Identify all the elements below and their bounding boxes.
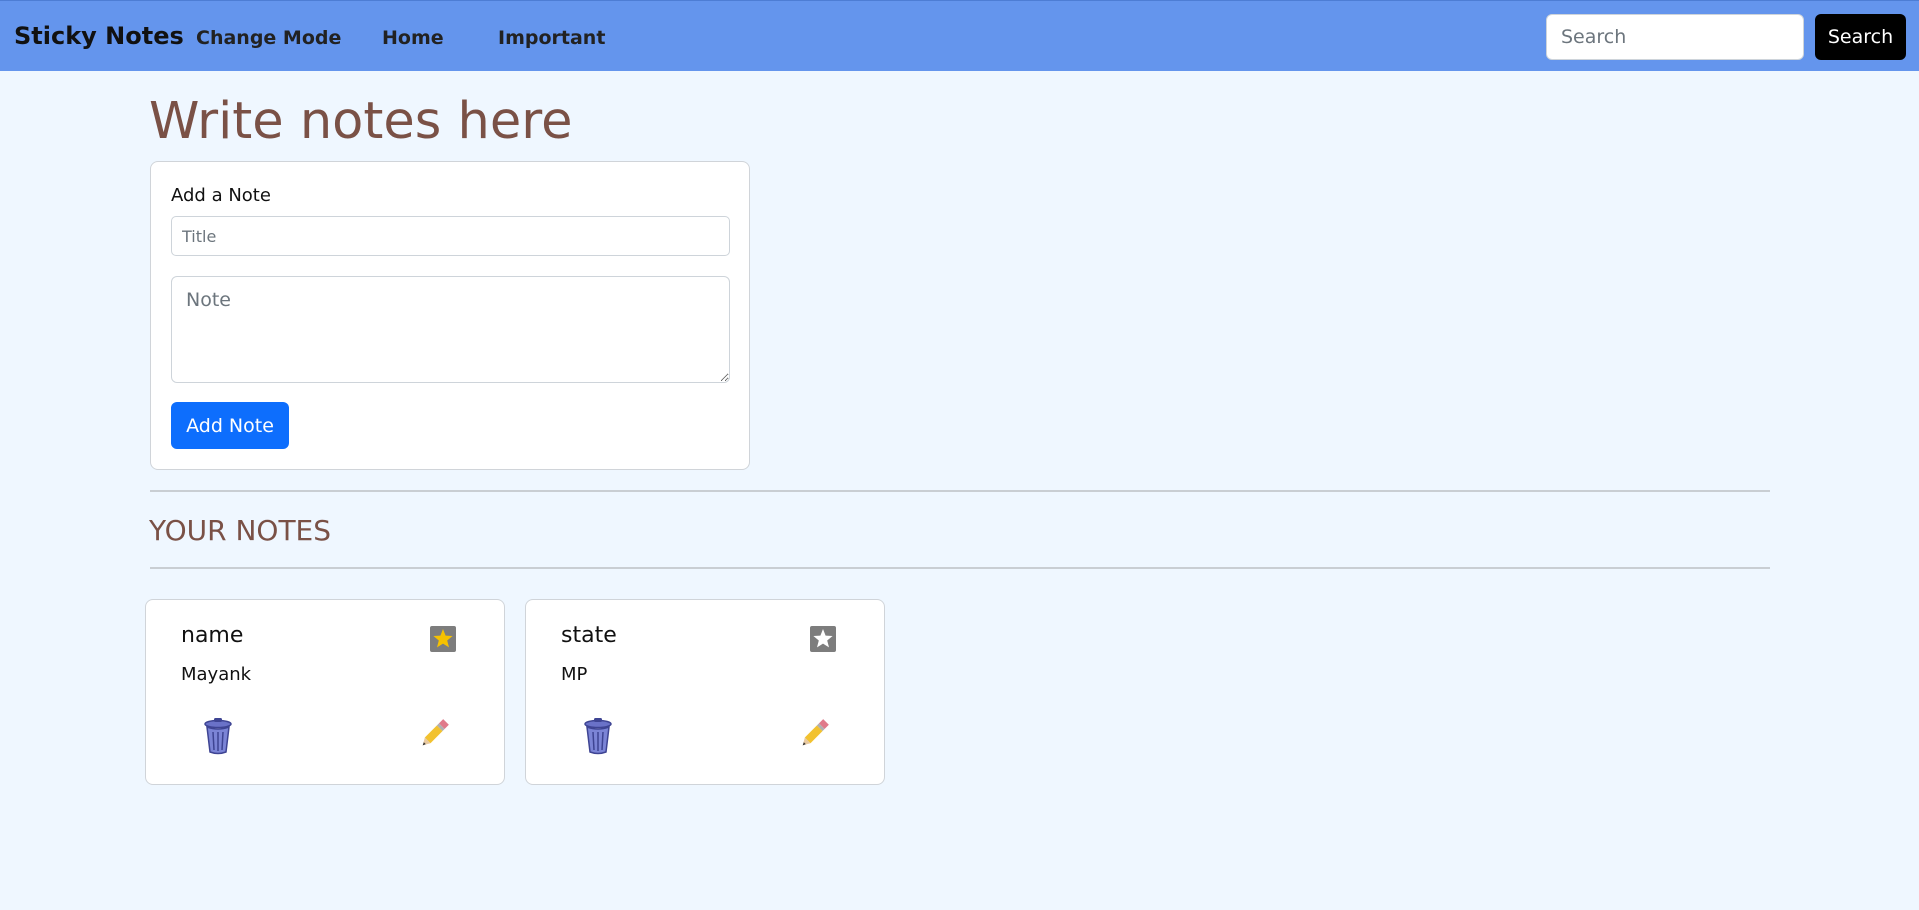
nav-link-change-mode[interactable]: Change Mode <box>196 27 341 49</box>
divider-top <box>150 490 1770 492</box>
note-title: state <box>561 623 617 648</box>
pencil-icon[interactable] <box>796 716 832 752</box>
note-card: name Mayank <box>145 599 505 785</box>
trash-icon[interactable] <box>581 717 615 755</box>
title-input[interactable] <box>171 216 730 256</box>
navbar: Sticky Notes Change Mode Home Important … <box>0 0 1919 71</box>
nav-link-important[interactable]: Important <box>498 27 605 49</box>
pencil-icon[interactable] <box>416 716 452 752</box>
divider-bottom <box>150 567 1770 569</box>
notes-section-heading: YOUR NOTES <box>149 514 332 547</box>
note-title: name <box>181 623 244 648</box>
add-note-button[interactable]: Add Note <box>171 402 289 449</box>
search-button[interactable]: Search <box>1815 14 1906 60</box>
page-heading: Write notes here <box>149 92 573 151</box>
note-body: Mayank <box>181 664 252 685</box>
note-textarea[interactable] <box>171 276 730 383</box>
brand-title[interactable]: Sticky Notes <box>14 22 184 50</box>
nav-link-home[interactable]: Home <box>382 27 444 49</box>
note-body: MP <box>561 664 588 685</box>
star-icon[interactable] <box>810 626 836 652</box>
star-icon[interactable] <box>430 626 456 652</box>
add-note-card: Add a Note Add Note <box>150 161 750 470</box>
add-note-label: Add a Note <box>171 185 271 206</box>
trash-icon[interactable] <box>201 717 235 755</box>
search-input[interactable] <box>1546 14 1804 60</box>
note-card: state MP <box>525 599 885 785</box>
